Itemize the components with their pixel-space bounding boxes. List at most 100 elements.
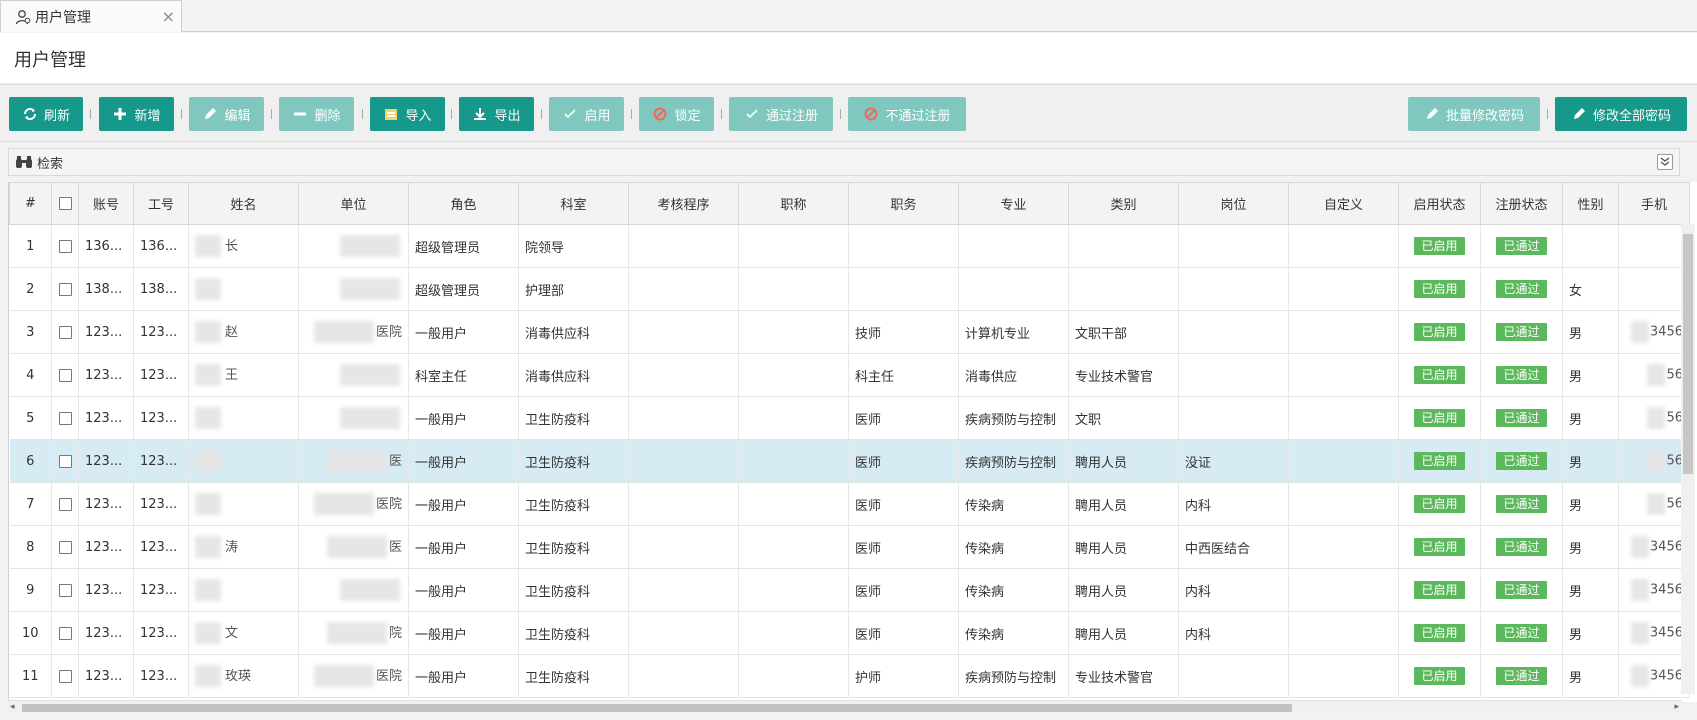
table-row[interactable]: 4 123... 123... 王 科室主任 消毒供应科 科主任 消毒供应 专业技术警官 已启用 已…: [9, 353, 1690, 397]
row-checkbox[interactable]: [58, 540, 72, 554]
cell-department: 卫生防疫科: [518, 611, 629, 655]
delete-button[interactable]: 删除: [279, 97, 354, 131]
row-select-cell[interactable]: [51, 439, 79, 483]
row-select-cell[interactable]: [51, 267, 79, 311]
column-header[interactable]: 姓名: [188, 182, 299, 225]
horizontal-scrollbar[interactable]: ◂ ▸: [8, 700, 1682, 714]
column-header[interactable]: 单位: [298, 182, 409, 225]
column-header[interactable]: 自定义: [1288, 182, 1399, 225]
table-row[interactable]: 1 136... 136... 长 超级管理员 院领导 已启用 已通过: [9, 224, 1690, 268]
add-button[interactable]: 新增: [99, 97, 174, 131]
cell-registration-status: 已通过: [1480, 568, 1563, 612]
cell-unit: [298, 353, 409, 397]
row-checkbox[interactable]: [58, 325, 72, 339]
column-header[interactable]: 手机: [1618, 182, 1690, 225]
cell-unit: 医: [298, 439, 409, 483]
column-header[interactable]: 角色: [408, 182, 519, 225]
row-checkbox[interactable]: [58, 497, 72, 511]
row-select-cell[interactable]: [51, 568, 79, 612]
batch-change-password-button[interactable]: 批量修改密码: [1408, 97, 1540, 131]
tab-close-icon[interactable]: ×: [162, 7, 175, 26]
table-row[interactable]: 2 138... 138... 超级管理员 护理部 已启用 已通过女: [9, 267, 1690, 311]
cell-department: 卫生防疫科: [518, 654, 629, 698]
lock-button[interactable]: 锁定: [639, 97, 714, 131]
cell-account: 123...: [78, 439, 134, 483]
column-header[interactable]: 类别: [1068, 182, 1179, 225]
unit-text: 医院: [375, 496, 402, 512]
row-select-cell[interactable]: [51, 310, 79, 354]
export-button[interactable]: 导出: [459, 97, 534, 131]
cell-gender: 男: [1562, 525, 1619, 569]
column-header[interactable]: 职务: [848, 182, 959, 225]
select-all-header[interactable]: [51, 182, 79, 225]
row-checkbox[interactable]: [58, 583, 72, 597]
column-header[interactable]: 专业: [958, 182, 1069, 225]
row-checkbox[interactable]: [58, 669, 72, 683]
vertical-scrollbar[interactable]: [1681, 224, 1695, 694]
row-select-cell[interactable]: [51, 654, 79, 698]
table-row[interactable]: 6 123... 123... 医一般用户 卫生防疫科 医师 疾病预防与控制 聘用人员 没证 已启…: [9, 439, 1690, 483]
refresh-button[interactable]: 刷新: [9, 97, 83, 131]
row-checkbox[interactable]: [58, 282, 72, 296]
column-header[interactable]: #: [9, 182, 52, 225]
column-header[interactable]: 工号: [133, 182, 189, 225]
table-row[interactable]: 9 123... 123... 一般用户 卫生防疫科 医师 传染病 聘用人员 内科 已启用 已通过男…: [9, 568, 1690, 612]
search-panel-header[interactable]: 检索: [8, 148, 1680, 176]
table-row[interactable]: 5 123... 123... 一般用户 卫生防疫科 医师 疾病预防与控制 文职 已启用 已通过男…: [9, 396, 1690, 440]
redacted-block: [1630, 579, 1649, 601]
cell-category: 聘用人员: [1068, 568, 1179, 612]
table-row[interactable]: 7 123... 123... 医院 一般用户 卫生防疫科 医师 传染病 聘用人员 内科 已启用 已通…: [9, 482, 1690, 526]
row-select-cell[interactable]: [51, 396, 79, 440]
redacted-block: [195, 321, 221, 344]
tab-user-management[interactable]: 用户管理 ×: [0, 0, 182, 32]
cell-custom: [1288, 654, 1399, 698]
edit-button[interactable]: 编辑: [189, 97, 264, 131]
import-button[interactable]: 导入: [370, 97, 445, 131]
cell-phone: 56: [1618, 482, 1690, 526]
row-select-cell[interactable]: [51, 353, 79, 397]
select-all-checkbox[interactable]: [58, 197, 72, 210]
row-select-cell[interactable]: [51, 611, 79, 655]
cell-job-number: 123...: [133, 611, 189, 655]
table-row[interactable]: 11 123... 123... 玫瑛 医院 一般用户 卫生防疫科 护师 疾病预防与控制 专业技术…: [9, 654, 1690, 698]
table-row[interactable]: 8 123... 123... 涛 医一般用户 卫生防疫科 医师 传染病 聘用人员 中西医结合 已启…: [9, 525, 1690, 569]
reject-registration-button[interactable]: 不通过注册: [848, 97, 966, 131]
cell-registration-status: 已通过: [1480, 267, 1563, 311]
cell-job-number: 123...: [133, 482, 189, 526]
table-row[interactable]: 10 123... 123... 文 院一般用户 卫生防疫科 医师 传染病 聘用人员 内科 已启用 已…: [9, 611, 1690, 655]
row-select-cell[interactable]: [51, 482, 79, 526]
enable-button[interactable]: 启用: [549, 97, 624, 131]
row-select-cell[interactable]: [51, 224, 79, 268]
row-select-cell[interactable]: [51, 525, 79, 569]
cell-assessment: [628, 568, 739, 612]
cell-post: 医师: [848, 396, 959, 440]
expand-icon[interactable]: [1657, 154, 1673, 170]
row-checkbox[interactable]: [58, 626, 72, 640]
cell-position: [1178, 353, 1289, 397]
cell-role: 超级管理员: [408, 224, 519, 268]
cell-unit: [298, 396, 409, 440]
approve-registration-button[interactable]: 通过注册: [729, 97, 833, 131]
table-row[interactable]: 3 123... 123... 赵 医院 一般用户 消毒供应科 技师 计算机专业 文职干部 已启用 已…: [9, 310, 1690, 354]
cell-enable-status: 已启用: [1398, 654, 1481, 698]
column-header[interactable]: 职称: [738, 182, 849, 225]
column-header[interactable]: 注册状态: [1480, 182, 1563, 225]
column-header[interactable]: 科室: [518, 182, 629, 225]
row-checkbox[interactable]: [58, 239, 72, 253]
row-checkbox[interactable]: [58, 411, 72, 425]
column-header[interactable]: 启用状态: [1398, 182, 1481, 225]
cell-position: 内科: [1178, 482, 1289, 526]
row-checkbox[interactable]: [58, 454, 72, 468]
cell-registration-status: 已通过: [1480, 611, 1563, 655]
column-header[interactable]: 账号: [78, 182, 134, 225]
change-all-password-button[interactable]: 修改全部密码: [1555, 97, 1687, 131]
column-header[interactable]: 岗位: [1178, 182, 1289, 225]
cell-role: 一般用户: [408, 654, 519, 698]
name-text: 长: [225, 238, 239, 254]
phone-text: 3456: [1649, 582, 1683, 598]
column-header[interactable]: 考核程序: [628, 182, 739, 225]
refresh-icon: [23, 108, 36, 120]
column-header[interactable]: 性别: [1562, 182, 1619, 225]
row-checkbox[interactable]: [58, 368, 72, 382]
redacted-block: [326, 536, 387, 559]
